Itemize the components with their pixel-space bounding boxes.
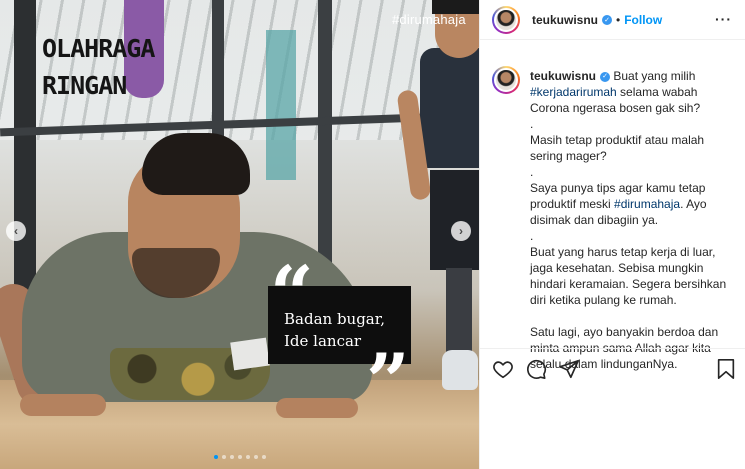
caption-text-segment: hindari keramaian. Segera bersihkan bbox=[530, 277, 727, 291]
carousel-dot bbox=[262, 455, 266, 459]
carousel-dots bbox=[200, 455, 280, 459]
caption-text-segment: Corona ngerasa bosen gak sih? bbox=[530, 101, 701, 115]
carousel-dot bbox=[246, 455, 250, 459]
person-hair bbox=[142, 133, 250, 195]
caption-line: disimak dan dibagiin ya. bbox=[530, 212, 730, 228]
carousel-dot bbox=[230, 455, 234, 459]
carousel-next-button[interactable]: › bbox=[451, 221, 471, 241]
carousel-dot bbox=[214, 455, 218, 459]
caption-text-segment: . bbox=[530, 117, 534, 131]
caption-text-segment: Masih tetap produktif atau malah bbox=[530, 133, 705, 147]
caption-text: teukuwisnu ✓ Buat yang milih #kerjadarirum… bbox=[530, 68, 730, 371]
background-person-shoe bbox=[442, 350, 478, 390]
heart-icon[interactable] bbox=[492, 358, 514, 380]
verified-badge-icon: ✓ bbox=[602, 14, 613, 25]
caption-text-segment: . Ayo bbox=[680, 197, 707, 211]
caption-line bbox=[530, 308, 730, 324]
caption-text-segment: Satu lagi, ayo banyakin berdoa dan bbox=[530, 325, 719, 339]
caption-text-segment: jaga kesehatan. Sebisa mungkin bbox=[530, 261, 704, 275]
post-side-panel: teukuwisnu ✓ • Follow ··· teukuwisnu ✓ Bu… bbox=[479, 0, 745, 469]
share-icon[interactable] bbox=[558, 358, 580, 380]
caption-line: . bbox=[530, 228, 730, 244]
caption-text-segment: . bbox=[530, 229, 534, 243]
caption-username[interactable]: teukuwisnu bbox=[530, 69, 596, 83]
teal-banner bbox=[266, 30, 296, 180]
header-username[interactable]: teukuwisnu bbox=[532, 13, 598, 27]
avatar-image bbox=[494, 7, 518, 32]
post-header: teukuwisnu ✓ • Follow ··· bbox=[480, 0, 745, 40]
caption-line: hindari keramaian. Segera bersihkan bbox=[530, 276, 730, 292]
caption-line: Masih tetap produktif atau malah bbox=[530, 132, 730, 148]
caption-line: . bbox=[530, 116, 730, 132]
caption-line: jaga kesehatan. Sebisa mungkin bbox=[530, 260, 730, 276]
comment-icon[interactable] bbox=[525, 358, 547, 380]
person-shirt-pocket bbox=[230, 337, 270, 371]
caption-line: Satu lagi, ayo banyakin berdoa dan bbox=[530, 324, 730, 340]
carousel-prev-button[interactable]: ‹ bbox=[6, 221, 26, 241]
follow-button[interactable]: Follow bbox=[624, 13, 662, 27]
carousel-dot bbox=[222, 455, 226, 459]
caption-text-segment: sering mager? bbox=[530, 149, 607, 163]
close-quote-icon: ” bbox=[366, 337, 410, 426]
post-photo[interactable]: OLAHRAGA RINGAN #dirumahaja “ ” Badan bu… bbox=[0, 0, 479, 469]
background-person-leg bbox=[446, 268, 472, 358]
photo-title: OLAHRAGA RINGAN bbox=[42, 30, 182, 104]
background-person-shirt bbox=[420, 48, 479, 168]
quote-line-1: Badan bugar, bbox=[284, 310, 386, 328]
caption-line: Corona ngerasa bosen gak sih? bbox=[530, 100, 730, 116]
header-separator: • bbox=[616, 12, 621, 27]
photo-title-line-2: RINGAN bbox=[42, 71, 127, 100]
caption-line: diri ketika pulang ke rumah. bbox=[530, 292, 730, 308]
person-left-hand bbox=[20, 394, 106, 416]
caption-avatar-image bbox=[494, 68, 518, 92]
carousel-dot bbox=[254, 455, 258, 459]
caption-line: Saya punya tips agar kamu tetap bbox=[530, 180, 730, 196]
caption-line: sering mager? bbox=[530, 148, 730, 164]
caption-text-segment: Buat yang milih bbox=[610, 69, 696, 83]
person-right-hand bbox=[276, 398, 358, 418]
carousel-dot bbox=[238, 455, 242, 459]
caption-avatar[interactable] bbox=[492, 66, 520, 94]
avatar[interactable] bbox=[492, 5, 520, 34]
caption-text-segment: Buat yang harus tetap kerja di luar, bbox=[530, 245, 716, 259]
caption-text-segment: selama wabah bbox=[616, 85, 698, 99]
caption-text-segment: disimak dan dibagiin ya. bbox=[530, 213, 659, 227]
quote-line-2: Ide lancar bbox=[284, 332, 362, 350]
caption-text-segment: Saya punya tips agar kamu tetap bbox=[530, 181, 706, 195]
caption-text-segment: produktif meski bbox=[530, 197, 615, 211]
action-bar bbox=[480, 348, 745, 388]
photo-title-line-1: OLAHRAGA bbox=[42, 34, 155, 63]
caption-line: teukuwisnu ✓ Buat yang milih bbox=[530, 68, 730, 84]
more-options-icon[interactable]: ··· bbox=[715, 11, 732, 27]
photo-hashtag: #dirumahaja bbox=[392, 12, 466, 27]
verified-badge-icon: ✓ bbox=[600, 71, 611, 82]
background-person-shorts bbox=[430, 170, 479, 270]
caption-line: . bbox=[530, 164, 730, 180]
caption-text-segment: . bbox=[530, 165, 534, 179]
caption-line: Buat yang harus tetap kerja di luar, bbox=[530, 244, 730, 260]
hashtag-link[interactable]: #kerjadarirumah bbox=[530, 85, 617, 99]
caption: teukuwisnu ✓ Buat yang milih #kerjadarirum… bbox=[480, 52, 745, 371]
caption-line: #kerjadarirumah selama wabah bbox=[530, 84, 730, 100]
caption-text-segment: diri ketika pulang ke rumah. bbox=[530, 293, 677, 307]
hashtag-link[interactable]: #dirumahaja bbox=[614, 197, 680, 211]
bookmark-icon[interactable] bbox=[716, 358, 736, 380]
quote-text: Badan bugar, Ide lancar bbox=[284, 308, 404, 352]
caption-line: produktif meski #dirumahaja. Ayo bbox=[530, 196, 730, 212]
